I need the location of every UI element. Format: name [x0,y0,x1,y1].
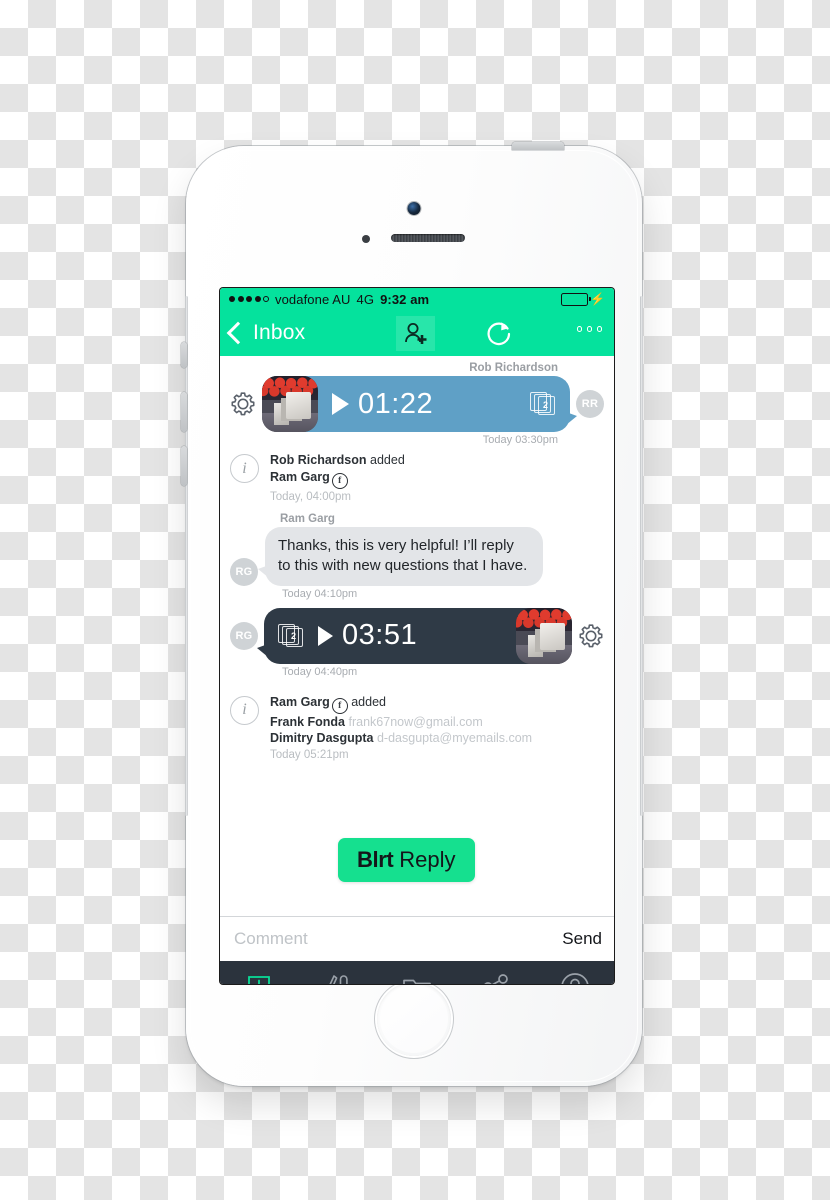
message-text[interactable]: Thanks, this is very helpful! I’ll reply… [258,526,543,586]
message-blrt-incoming[interactable]: RG 2 03:51 Today 04:40pm [220,607,614,678]
message-timestamp: Today 04:10pm [282,587,358,600]
volume-up-button[interactable] [181,392,187,432]
participant-email: d-dasgupta@myemails.com [376,731,533,746]
avatar[interactable]: RR [576,390,604,418]
tab-bar: Inbox My Blrts Archive [220,961,614,984]
proximity-sensor-icon [362,235,370,243]
conversation-list[interactable]: Rob Richardson 01:22 2 RR Today 03:30pm … [220,356,614,916]
blrt-logo: Blrt [357,847,394,872]
send-button[interactable]: Send [562,929,602,949]
blrt-bubble[interactable]: 2 03:51 [257,607,572,664]
phone-band-right [640,296,643,816]
message-sender-name: Rob Richardson [469,362,558,374]
message-timestamp: Today 04:40pm [282,665,358,678]
participant-name: Frank Fonda [270,714,346,729]
system-added-name: Ram Garg [270,469,330,484]
nav-bar: Inbox [220,310,614,356]
system-message-body: Rob Richardson added Ram Garg f Today, 04… [270,452,405,505]
blrt-reply-button[interactable]: Blrt Reply [338,838,475,882]
info-icon: i [230,454,259,483]
network-type-label: 4G [356,291,375,307]
share-nodes-icon [483,974,508,984]
text-bubble-row[interactable]: RG Thanks, this is very helpful! I’ll re… [230,526,604,586]
page-count: 2 [542,399,548,410]
play-icon[interactable] [318,625,333,646]
signal-strength-icon [229,296,269,302]
blrt-duration: 01:22 [358,387,434,420]
gear-icon[interactable] [230,391,256,417]
status-bar-right: ⚡ [560,292,605,306]
power-button[interactable] [512,142,564,150]
tab-profile[interactable]: Profile [535,972,614,984]
more-dot-2 [586,326,592,332]
status-bar: vodafone AU 4G 9:32 am ⚡ [220,288,614,310]
system-timestamp: Today 05:21pm [270,748,349,761]
system-message-added-multiple: i Ram Garg f added Frank Fonda frank67now… [220,688,614,763]
pages-icon: 2 [278,623,304,648]
comment-input[interactable] [232,928,563,950]
blrt-bubble-row[interactable]: RG 2 03:51 [230,607,604,664]
system-actor: Rob Richardson [270,453,367,467]
page-count: 2 [290,631,296,642]
front-camera-icon [407,202,421,215]
blrt-reply-label: Reply [399,847,456,872]
more-dot-1 [576,326,582,332]
system-actor: Ram Garg [270,694,330,709]
message-sender-name: Ram Garg [280,512,335,525]
tab-inbox[interactable]: Inbox [220,973,299,984]
pencil-microphone-icon [329,975,348,984]
facebook-icon: f [331,697,348,714]
more-dot-3 [596,326,602,332]
avatar[interactable]: RG [230,557,258,586]
phone-screen: vodafone AU 4G 9:32 am ⚡ Inbox Rob Richa… [220,288,614,984]
lecture-hall-thumbnail [516,607,572,664]
lightning-bolt-icon: ⚡ [589,292,605,306]
phone-device: vodafone AU 4G 9:32 am ⚡ Inbox Rob Richa… [181,142,643,1086]
system-message-body: Ram Garg f added Frank Fonda frank67now@g… [270,694,532,763]
chevron-left-icon [226,321,250,344]
info-icon: i [230,695,259,725]
participant-email: frank67now@gmail.com [348,714,483,729]
folder-icon [403,979,431,984]
gear-icon[interactable] [578,623,604,649]
system-action: added [351,694,386,709]
volume-down-button[interactable] [181,446,187,486]
refresh-button[interactable] [484,319,514,349]
person-circle-icon [561,973,589,984]
silent-switch[interactable] [181,342,187,368]
inbox-download-icon [248,976,271,984]
page-title: Inbox [253,321,306,344]
message-blrt-outgoing[interactable]: Rob Richardson 01:22 2 RR Today 03:30pm [220,362,614,446]
blrt-duration: 03:51 [342,619,418,652]
carrier-label: vodafone AU [275,291,351,307]
pages-icon: 2 [530,392,556,416]
tab-archive[interactable]: Archive [378,974,457,984]
participant-name: Dimitry Dasgupta [270,731,374,746]
system-timestamp: Today, 04:00pm [270,490,351,503]
blrt-bubble-row[interactable]: 01:22 2 RR [230,376,604,432]
comment-bar: Send [220,916,614,961]
facebook-icon: f [331,472,348,489]
phone-band-left [185,296,188,816]
message-timestamp: Today 03:30pm [482,434,558,446]
tab-share[interactable]: Share [456,974,535,984]
more-options-button[interactable] [576,326,602,332]
person-add-icon [404,322,426,344]
clock-label: 9:32 am [380,291,430,307]
tab-my-blrts[interactable]: My Blrts [299,973,378,984]
play-icon[interactable] [332,393,349,415]
message-text-incoming[interactable]: Ram Garg RG Thanks, this is very helpful… [220,513,614,600]
system-action: added [370,453,405,467]
avatar[interactable]: RG [230,621,258,650]
add-contact-button[interactable] [396,316,435,351]
lecture-hall-thumbnail [262,376,318,432]
home-button[interactable] [377,982,451,1056]
back-button[interactable]: Inbox [220,321,305,345]
battery-icon [560,292,591,306]
earpiece-speaker-icon [391,234,465,242]
blrt-bubble[interactable]: 01:22 2 [262,376,577,432]
refresh-icon [487,322,511,346]
system-message-added: i Rob Richardson added Ram Garg f Today, … [220,446,614,505]
